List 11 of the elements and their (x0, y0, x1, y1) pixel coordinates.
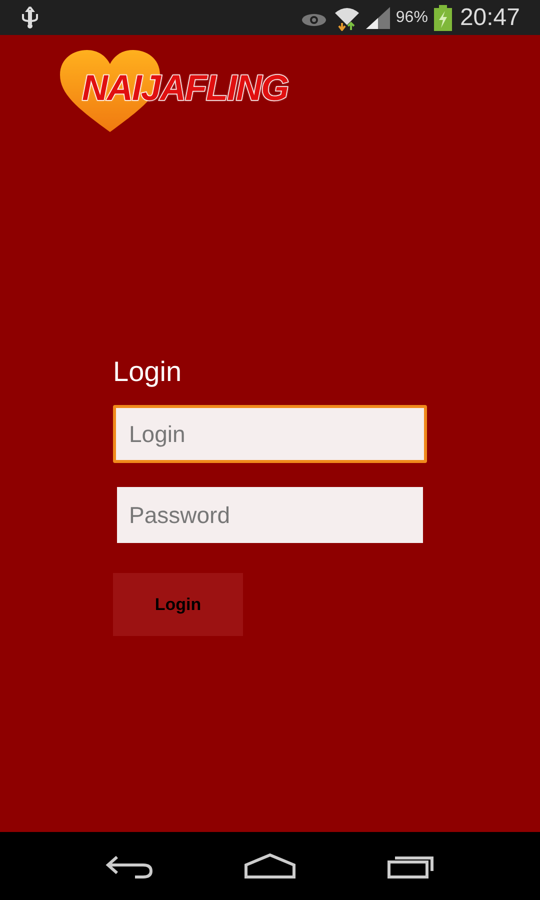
home-icon[interactable] (244, 853, 296, 879)
signal-icon (366, 6, 390, 28)
login-title: Login (113, 355, 183, 389)
back-icon[interactable] (105, 853, 154, 879)
text-field[interactable]: Password (117, 487, 423, 543)
battery-percent: 96% (396, 8, 428, 28)
login-button[interactable]: Login (113, 573, 243, 636)
battery-charging-icon (434, 4, 452, 30)
clock-time: 20:47 (460, 2, 520, 32)
usb-icon (21, 6, 39, 30)
text-field[interactable]: Login (113, 405, 427, 463)
